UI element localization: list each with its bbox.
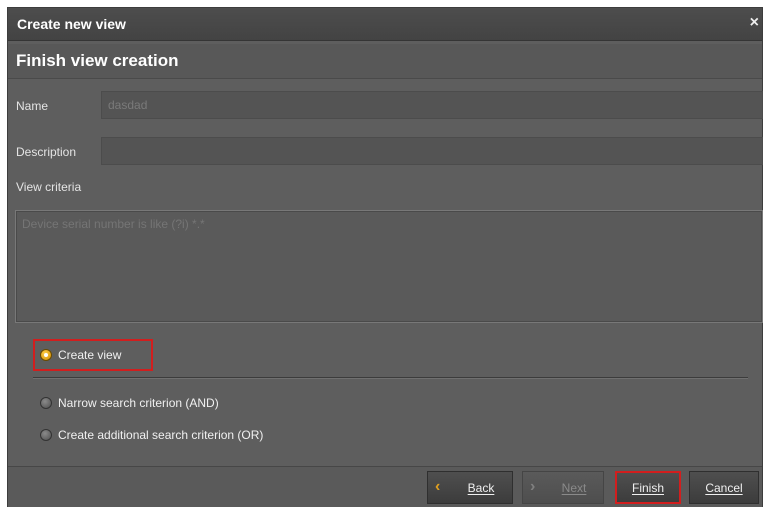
close-icon[interactable]: ×: [750, 14, 759, 32]
radio-icon[interactable]: [40, 429, 52, 441]
cancel-button[interactable]: Cancel: [689, 471, 759, 504]
view-criteria-label: View criteria: [16, 180, 82, 194]
additional-criterion-option[interactable]: Create additional search criterion (OR): [40, 424, 263, 446]
view-criteria-text: Device serial number is like (?i) *.*: [22, 217, 205, 231]
step-heading: Finish view creation: [16, 51, 179, 70]
options-separator: [33, 377, 748, 379]
step-header: Finish view creation: [8, 44, 762, 79]
create-view-label: Create view: [58, 348, 122, 362]
dialog-footer: ‹ Back › Next Finish Cancel: [8, 466, 762, 507]
finish-button-label: Finish: [631, 480, 664, 495]
back-button-label: Back: [467, 480, 495, 495]
description-label: Description: [16, 145, 77, 159]
chevron-left-icon: ‹: [435, 478, 441, 495]
name-value: dasdad: [108, 98, 148, 112]
narrow-criterion-label: Narrow search criterion (AND): [58, 396, 219, 410]
view-criteria-textarea[interactable]: Device serial number is like (?i) *.*: [15, 210, 763, 323]
name-field[interactable]: dasdad: [101, 91, 763, 119]
chevron-right-icon: ›: [530, 478, 536, 495]
name-label: Name: [16, 99, 49, 113]
dialog-titlebar: Create new view ×: [8, 8, 762, 41]
dialog-title: Create new view: [17, 16, 126, 32]
create-view-option[interactable]: Create view: [40, 344, 121, 366]
radio-icon[interactable]: [40, 397, 52, 409]
additional-criterion-label: Create additional search criterion (OR): [58, 428, 264, 442]
cancel-button-label: Cancel: [705, 480, 743, 495]
back-button[interactable]: ‹ Back: [427, 471, 513, 504]
narrow-criterion-option[interactable]: Narrow search criterion (AND): [40, 392, 219, 414]
finish-button[interactable]: Finish: [615, 471, 681, 504]
create-view-dialog: Create new view × Finish view creation N…: [7, 7, 763, 507]
description-field[interactable]: [101, 137, 763, 165]
next-button-label: Next: [561, 480, 587, 495]
next-button[interactable]: › Next: [522, 471, 604, 504]
radio-selected-icon[interactable]: [40, 349, 52, 361]
